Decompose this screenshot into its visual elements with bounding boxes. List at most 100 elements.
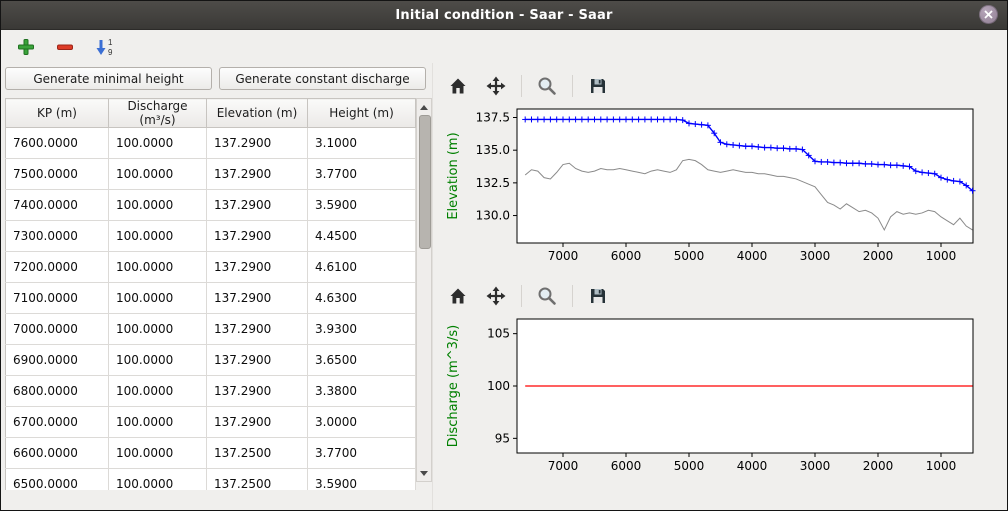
col-header-height[interactable]: Height (m) <box>308 99 416 128</box>
table-cell[interactable]: 3.7700 <box>308 159 416 190</box>
table-cell[interactable]: 100.0000 <box>109 314 207 345</box>
col-header-elevation[interactable]: Elevation (m) <box>207 99 308 128</box>
table-cell[interactable]: 6700.0000 <box>6 407 109 438</box>
table-cell[interactable]: 7500.0000 <box>6 159 109 190</box>
table-cell[interactable]: 6600.0000 <box>6 438 109 469</box>
col-header-kp[interactable]: KP (m) <box>6 99 109 128</box>
remove-row-button[interactable] <box>52 34 78 60</box>
table-cell[interactable]: 137.2900 <box>207 159 308 190</box>
table-cell[interactable]: 100.0000 <box>109 469 207 491</box>
table-cell[interactable]: 137.2900 <box>207 283 308 314</box>
table-cell[interactable]: 137.2900 <box>207 407 308 438</box>
elevation-pan-button[interactable] <box>483 73 509 99</box>
table-cell[interactable]: 3.9300 <box>308 314 416 345</box>
table-cell[interactable]: 137.2500 <box>207 469 308 491</box>
table-cell[interactable]: 100.0000 <box>109 221 207 252</box>
table-cell[interactable]: 137.2900 <box>207 190 308 221</box>
table-cell[interactable]: 6500.0000 <box>6 469 109 491</box>
table-cell[interactable]: 100.0000 <box>109 283 207 314</box>
table-cell[interactable]: 100.0000 <box>109 128 207 159</box>
table-cell[interactable]: 137.2900 <box>207 345 308 376</box>
table-cell[interactable]: 4.4500 <box>308 221 416 252</box>
table-cell[interactable]: 6900.0000 <box>6 345 109 376</box>
svg-text:Elevation (m): Elevation (m) <box>446 132 461 219</box>
discharge-save-button[interactable] <box>585 283 611 309</box>
table-cell[interactable]: 3.5900 <box>308 190 416 221</box>
sort-rows-button[interactable]: 1 9 <box>91 34 117 60</box>
scroll-down-button[interactable] <box>417 466 431 480</box>
table-row: 6600.0000100.0000137.25003.7700 <box>6 438 416 469</box>
save-icon <box>588 286 608 306</box>
content-area: Generate minimal height Generate constan… <box>1 63 1007 511</box>
home-icon <box>448 76 468 96</box>
close-icon <box>983 9 994 20</box>
table-scrollbar[interactable] <box>416 98 432 482</box>
pan-icon <box>486 286 506 306</box>
table-cell[interactable]: 100.0000 <box>109 345 207 376</box>
title-bar[interactable]: Initial condition - Saar - Saar <box>1 1 1007 30</box>
remove-icon <box>55 37 75 57</box>
elevation-chart[interactable]: 7000600050004000300020001000137.5135.013… <box>443 101 1008 271</box>
table-cell[interactable]: 100.0000 <box>109 159 207 190</box>
table-cell[interactable]: 100.0000 <box>109 438 207 469</box>
elevation-home-button[interactable] <box>445 73 471 99</box>
table-row: 6700.0000100.0000137.29003.0000 <box>6 407 416 438</box>
table-cell[interactable]: 7400.0000 <box>6 190 109 221</box>
elevation-zoom-button[interactable] <box>534 73 560 99</box>
svg-text:7000: 7000 <box>548 249 579 263</box>
toolbar-separator <box>572 285 573 307</box>
svg-text:Discharge (m^3/s): Discharge (m^3/s) <box>446 325 461 447</box>
generate-constant-discharge-button[interactable]: Generate constant discharge <box>219 67 426 90</box>
elevation-save-button[interactable] <box>585 73 611 99</box>
table-cell[interactable]: 3.6500 <box>308 345 416 376</box>
svg-text:2000: 2000 <box>863 249 894 263</box>
home-icon <box>448 286 468 306</box>
table-cell[interactable]: 137.2900 <box>207 376 308 407</box>
table-cell[interactable]: 7300.0000 <box>6 221 109 252</box>
svg-text:4000: 4000 <box>737 249 768 263</box>
discharge-zoom-button[interactable] <box>534 283 560 309</box>
svg-text:132.5: 132.5 <box>476 176 510 190</box>
scrollbar-thumb[interactable] <box>419 115 431 249</box>
table-cell[interactable]: 3.3800 <box>308 376 416 407</box>
table-cell[interactable]: 137.2900 <box>207 314 308 345</box>
table-cell[interactable]: 137.2500 <box>207 438 308 469</box>
table-cell[interactable]: 100.0000 <box>109 252 207 283</box>
table-cell[interactable]: 7000.0000 <box>6 314 109 345</box>
table-cell[interactable]: 4.6300 <box>308 283 416 314</box>
main-toolbar: 1 9 <box>1 30 1007 63</box>
close-button[interactable] <box>979 5 998 24</box>
add-icon <box>16 37 36 57</box>
svg-text:135.0: 135.0 <box>476 143 510 157</box>
table-cell[interactable]: 7200.0000 <box>6 252 109 283</box>
generate-minimal-height-button[interactable]: Generate minimal height <box>5 67 212 90</box>
table-cell[interactable]: 7100.0000 <box>6 283 109 314</box>
table-cell[interactable]: 137.2900 <box>207 252 308 283</box>
table-cell[interactable]: 3.5900 <box>308 469 416 491</box>
table-cell[interactable]: 100.0000 <box>109 407 207 438</box>
svg-text:2000: 2000 <box>863 459 894 473</box>
discharge-pan-button[interactable] <box>483 283 509 309</box>
discharge-chart[interactable]: 700060005000400030002000100010510095Disc… <box>443 311 1008 481</box>
scroll-up-button[interactable] <box>417 100 431 114</box>
svg-text:5000: 5000 <box>674 459 705 473</box>
elevation-chart-toolbar <box>445 71 1008 101</box>
table-cell[interactable]: 137.2900 <box>207 221 308 252</box>
add-row-button[interactable] <box>13 34 39 60</box>
table-cell[interactable]: 4.6100 <box>308 252 416 283</box>
table-cell[interactable]: 3.7700 <box>308 438 416 469</box>
svg-text:7000: 7000 <box>548 459 579 473</box>
table-row: 7200.0000100.0000137.29004.6100 <box>6 252 416 283</box>
table-cell[interactable]: 6800.0000 <box>6 376 109 407</box>
svg-text:130.0: 130.0 <box>476 209 510 223</box>
generate-buttons-row: Generate minimal height Generate constan… <box>5 65 432 98</box>
table-cell[interactable]: 137.2900 <box>207 128 308 159</box>
table-cell[interactable]: 100.0000 <box>109 376 207 407</box>
table-cell[interactable]: 100.0000 <box>109 190 207 221</box>
discharge-home-button[interactable] <box>445 283 471 309</box>
table-cell[interactable]: 7600.0000 <box>6 128 109 159</box>
table-cell[interactable]: 3.0000 <box>308 407 416 438</box>
table-row: 6500.0000100.0000137.25003.5900 <box>6 469 416 491</box>
table-cell[interactable]: 3.1000 <box>308 128 416 159</box>
col-header-discharge[interactable]: Discharge (m³/s) <box>109 99 207 128</box>
